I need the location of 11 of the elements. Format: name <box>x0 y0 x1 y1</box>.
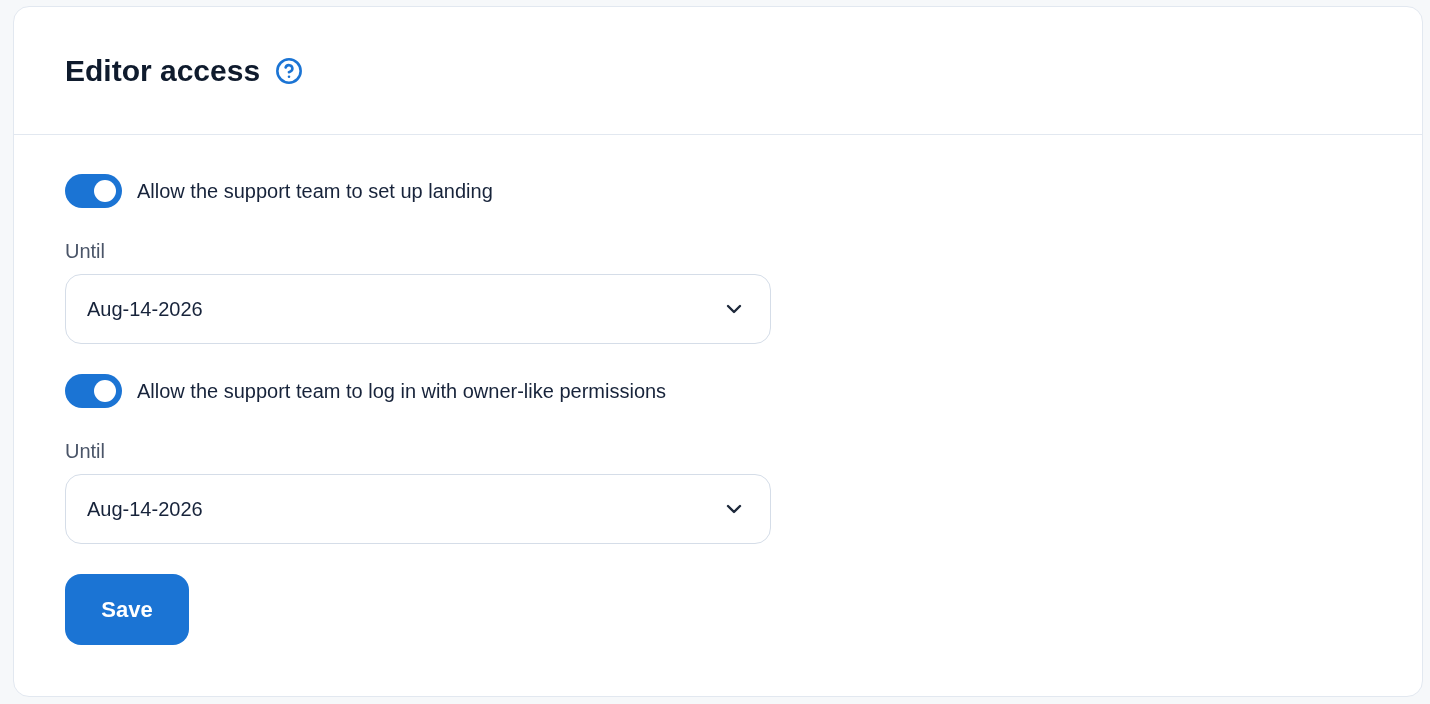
save-button[interactable]: Save <box>65 574 189 645</box>
toggle-switch[interactable] <box>65 174 122 208</box>
toggle-switch[interactable] <box>65 374 122 408</box>
date-select[interactable]: Aug-14-2026 <box>65 474 771 544</box>
toggle-label: Allow the support team to set up landing <box>137 179 493 203</box>
date-select[interactable]: Aug-14-2026 <box>65 274 771 344</box>
field-label: Until <box>65 439 105 463</box>
card-title: Editor access <box>65 52 261 89</box>
field-label: Until <box>65 239 105 263</box>
help-icon[interactable] <box>275 56 304 85</box>
toggle-label: Allow the support team to log in with owner-like permissions <box>137 379 667 403</box>
